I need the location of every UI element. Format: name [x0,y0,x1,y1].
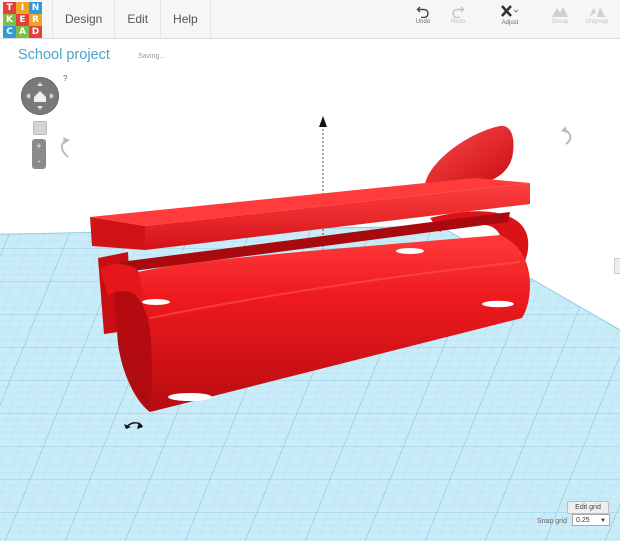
height-arrow-icon[interactable] [319,116,327,127]
fit-view-button[interactable] [33,121,47,135]
save-status: Saving... [138,53,166,60]
zoom-in-button[interactable]: + [32,139,46,154]
zoom-control: + - [32,139,46,169]
view-help[interactable]: ? [63,74,67,83]
cutout-hole [396,248,424,254]
dropdown-arrow-icon: ▼ [600,518,606,524]
workplane-scene[interactable] [0,0,620,541]
project-title[interactable]: School project [18,47,110,63]
edit-grid-button[interactable]: Edit grid [567,501,609,514]
cutout-hole [168,393,212,401]
snap-grid-value: 0.25 [576,517,590,524]
snap-grid-label: Snap grid [537,518,567,525]
side-panel-handle[interactable] [614,258,620,274]
orbit-control[interactable] [21,77,59,115]
cutout-hole [142,299,170,305]
snap-grid-select[interactable]: 0.25 ▼ [572,514,610,526]
orbit-icon [26,82,54,110]
cutout-hole [482,300,514,308]
zoom-out-button[interactable]: - [32,154,46,169]
